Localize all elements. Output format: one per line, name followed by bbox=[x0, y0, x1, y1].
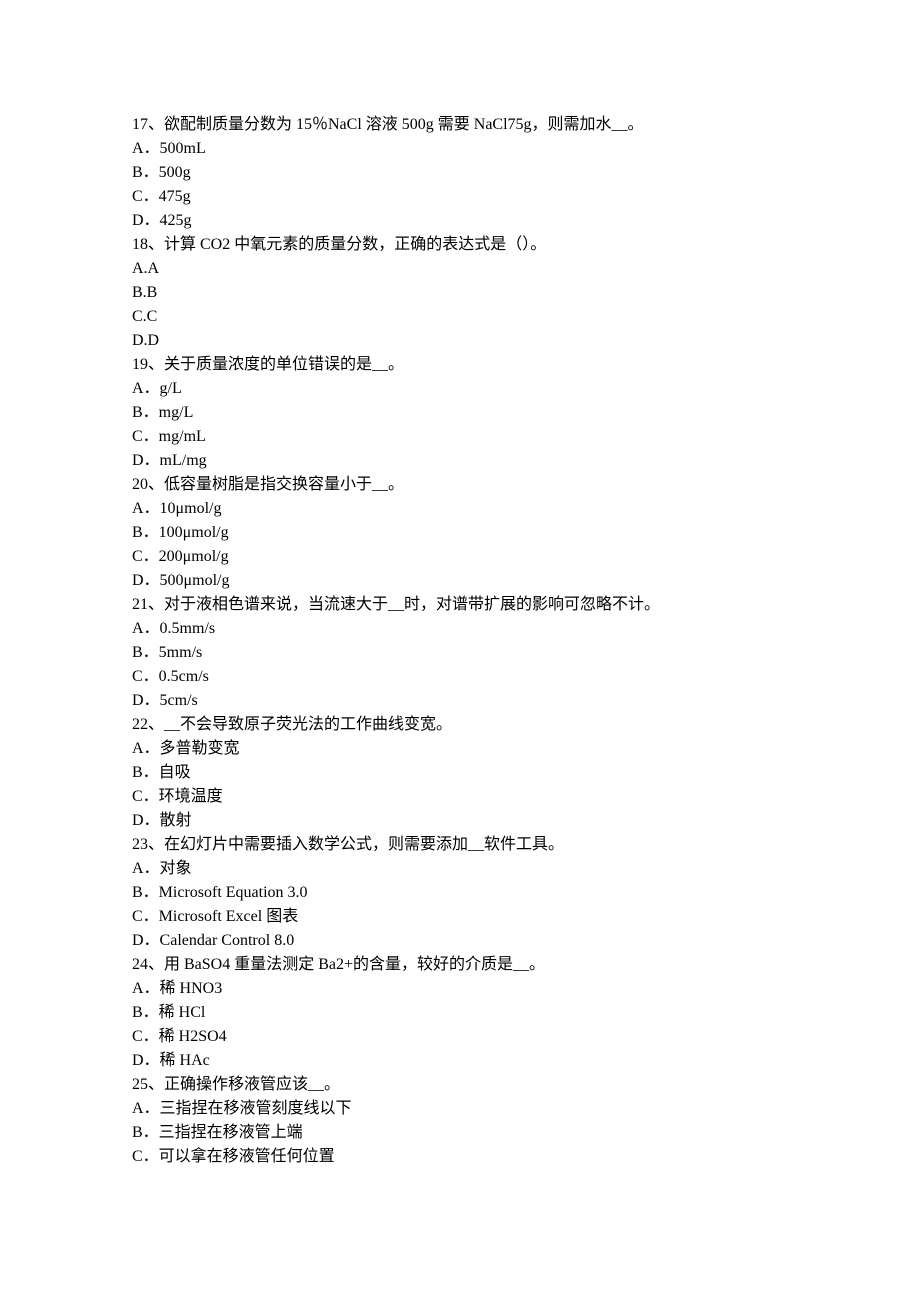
option-b: B．Microsoft Equation 3.0 bbox=[132, 881, 788, 905]
option-d: D.D bbox=[132, 329, 788, 353]
option-a: A．500mL bbox=[132, 137, 788, 161]
option-a: A．三指捏在移液管刻度线以下 bbox=[132, 1097, 788, 1121]
option-a: A．0.5mm/s bbox=[132, 617, 788, 641]
question-text: 23、在幻灯片中需要插入数学公式，则需要添加__软件工具。 bbox=[132, 833, 788, 857]
option-c: C．mg/mL bbox=[132, 425, 788, 449]
option-b: B．自吸 bbox=[132, 761, 788, 785]
question-text: 17、欲配制质量分数为 15％NaCl 溶液 500g 需要 NaCl75g，则… bbox=[132, 113, 788, 137]
option-d: D．稀 HAc bbox=[132, 1049, 788, 1073]
question-20: 20、低容量树脂是指交换容量小于__。 A．10μmol/g B．100μmol… bbox=[132, 473, 788, 593]
option-a: A.A bbox=[132, 257, 788, 281]
option-a: A．多普勒变宽 bbox=[132, 737, 788, 761]
option-d: D．散射 bbox=[132, 809, 788, 833]
option-d: D．Calendar Control 8.0 bbox=[132, 929, 788, 953]
document-content: 17、欲配制质量分数为 15％NaCl 溶液 500g 需要 NaCl75g，则… bbox=[132, 113, 788, 1169]
question-19: 19、关于质量浓度的单位错误的是__。 A．g/L B．mg/L C．mg/mL… bbox=[132, 353, 788, 473]
option-c: C．稀 H2SO4 bbox=[132, 1025, 788, 1049]
question-23: 23、在幻灯片中需要插入数学公式，则需要添加__软件工具。 A．对象 B．Mic… bbox=[132, 833, 788, 953]
option-a: A．10μmol/g bbox=[132, 497, 788, 521]
option-b: B．mg/L bbox=[132, 401, 788, 425]
option-b: B.B bbox=[132, 281, 788, 305]
option-c: C．Microsoft Excel 图表 bbox=[132, 905, 788, 929]
option-c: C．可以拿在移液管任何位置 bbox=[132, 1145, 788, 1169]
option-b: B．500g bbox=[132, 161, 788, 185]
question-17: 17、欲配制质量分数为 15％NaCl 溶液 500g 需要 NaCl75g，则… bbox=[132, 113, 788, 233]
option-a: A．稀 HNO3 bbox=[132, 977, 788, 1001]
option-d: D．mL/mg bbox=[132, 449, 788, 473]
option-d: D．5cm/s bbox=[132, 689, 788, 713]
question-24: 24、用 BaSO4 重量法测定 Ba2+的含量，较好的介质是__。 A．稀 H… bbox=[132, 953, 788, 1073]
question-22: 22、__不会导致原子荧光法的工作曲线变宽。 A．多普勒变宽 B．自吸 C．环境… bbox=[132, 713, 788, 833]
option-c: C．0.5cm/s bbox=[132, 665, 788, 689]
question-text: 20、低容量树脂是指交换容量小于__。 bbox=[132, 473, 788, 497]
option-b: B．100μmol/g bbox=[132, 521, 788, 545]
question-text: 21、对于液相色谱来说，当流速大于__时，对谱带扩展的影响可忽略不计。 bbox=[132, 593, 788, 617]
question-text: 24、用 BaSO4 重量法测定 Ba2+的含量，较好的介质是__。 bbox=[132, 953, 788, 977]
option-b: B．5mm/s bbox=[132, 641, 788, 665]
option-c: C．475g bbox=[132, 185, 788, 209]
question-25: 25、正确操作移液管应该__。 A．三指捏在移液管刻度线以下 B．三指捏在移液管… bbox=[132, 1073, 788, 1169]
question-text: 19、关于质量浓度的单位错误的是__。 bbox=[132, 353, 788, 377]
option-a: A．g/L bbox=[132, 377, 788, 401]
option-b: B．三指捏在移液管上端 bbox=[132, 1121, 788, 1145]
option-d: D．500μmol/g bbox=[132, 569, 788, 593]
question-21: 21、对于液相色谱来说，当流速大于__时，对谱带扩展的影响可忽略不计。 A．0.… bbox=[132, 593, 788, 713]
question-18: 18、计算 CO2 中氧元素的质量分数，正确的表达式是（）。 A.A B.B C… bbox=[132, 233, 788, 353]
option-a: A．对象 bbox=[132, 857, 788, 881]
option-c: C．200μmol/g bbox=[132, 545, 788, 569]
option-d: D．425g bbox=[132, 209, 788, 233]
question-text: 18、计算 CO2 中氧元素的质量分数，正确的表达式是（）。 bbox=[132, 233, 788, 257]
option-c: C．环境温度 bbox=[132, 785, 788, 809]
question-text: 25、正确操作移液管应该__。 bbox=[132, 1073, 788, 1097]
option-c: C.C bbox=[132, 305, 788, 329]
question-text: 22、__不会导致原子荧光法的工作曲线变宽。 bbox=[132, 713, 788, 737]
option-b: B．稀 HCl bbox=[132, 1001, 788, 1025]
